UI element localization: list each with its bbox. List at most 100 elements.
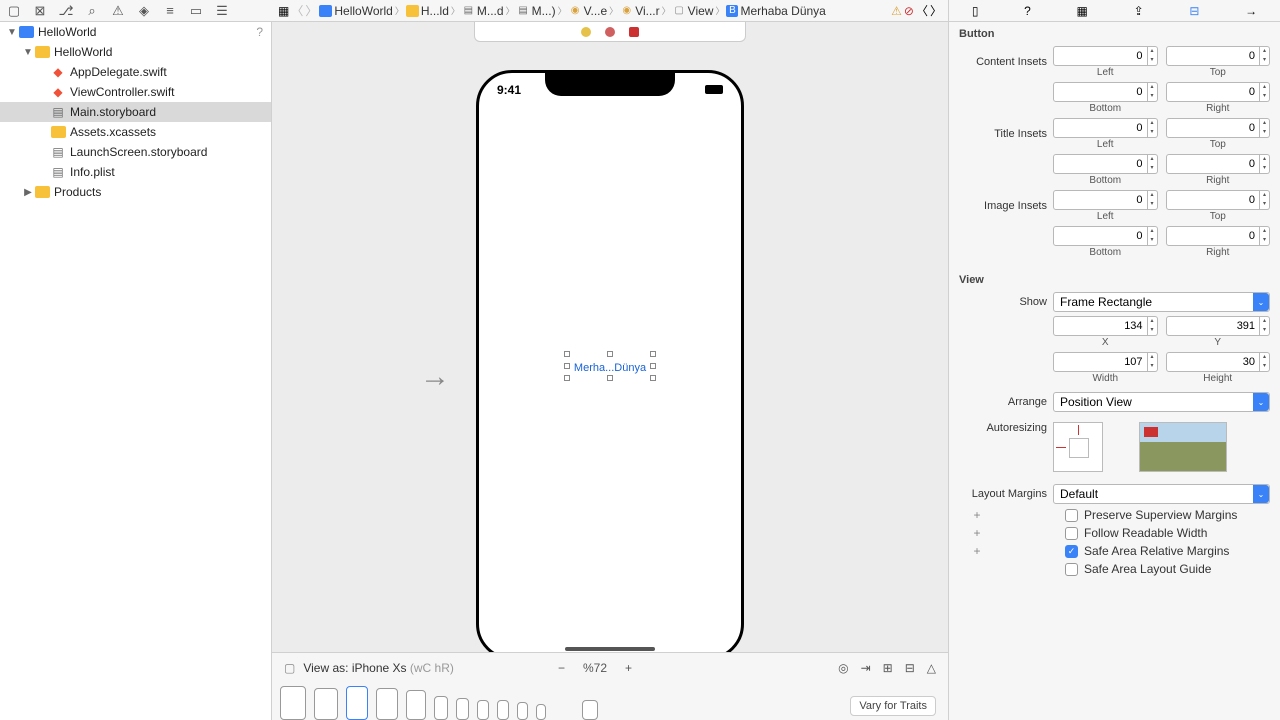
inset-input[interactable] [1053, 82, 1148, 102]
checkbox[interactable]: ✓ [1065, 545, 1078, 558]
show-dropdown[interactable]: Frame Rectangle⌄ [1053, 292, 1270, 312]
size-inspector-icon[interactable]: ⊟ [1189, 4, 1199, 18]
jump-seg[interactable]: ▤M...) [517, 4, 556, 18]
tree-row[interactable]: ◆ViewController.swift [0, 82, 271, 102]
checkbox[interactable] [1065, 527, 1078, 540]
jb-fwd-icon[interactable]: 〉 [930, 2, 942, 19]
branch-icon[interactable]: ⎇ [58, 3, 74, 19]
stepper[interactable]: ▴▾ [1260, 82, 1270, 102]
y-input[interactable] [1166, 316, 1261, 336]
entry-arrow-icon[interactable]: → [420, 360, 450, 394]
dot-icon [605, 27, 615, 37]
canvas[interactable]: → 9:41 Merha...Dünya ▢ View as: iPhone X… [272, 22, 948, 720]
resolve-icon[interactable]: ⊟ [905, 661, 915, 675]
help-icon[interactable]: ? [256, 25, 271, 39]
vary-traits-button[interactable]: Vary for Traits [850, 696, 936, 716]
autoresize-control[interactable] [1053, 422, 1103, 472]
selected-button[interactable]: Merha...Dünya [572, 361, 648, 375]
stepper[interactable]: ▴▾ [1260, 316, 1270, 336]
inset-input[interactable] [1166, 118, 1261, 138]
align-icon[interactable]: ⇥ [861, 661, 871, 675]
tree-row[interactable]: ▤LaunchScreen.storyboard [0, 142, 271, 162]
tree-row[interactable]: ▼HelloWorld [0, 42, 271, 62]
doc-outline-icon[interactable]: ▢ [284, 661, 295, 675]
plus-icon[interactable]: + [971, 526, 983, 540]
device-row[interactable] [280, 686, 598, 720]
identity-inspector-icon[interactable]: ▦ [1077, 4, 1088, 18]
jump-seg[interactable]: BMerhaba Dünya [726, 4, 825, 18]
back-icon[interactable]: 〈 [291, 2, 303, 19]
search-icon[interactable]: ⌕ [84, 3, 100, 19]
stepper[interactable]: ▴▾ [1148, 82, 1158, 102]
plus-icon[interactable]: + [971, 544, 983, 558]
inset-input[interactable] [1166, 46, 1261, 66]
tree-row[interactable]: Assets.xcassets [0, 122, 271, 142]
inset-input[interactable] [1053, 46, 1148, 66]
height-input[interactable] [1166, 352, 1261, 372]
attr-inspector-icon[interactable]: ⇪ [1134, 4, 1144, 18]
stepper[interactable]: ▴▾ [1148, 316, 1158, 336]
err-badge-icon[interactable]: ⊘ [904, 4, 914, 18]
margins-dropdown[interactable]: Default⌄ [1053, 484, 1270, 504]
zoom-in-button[interactable]: + [625, 661, 632, 675]
pin-icon[interactable]: ⊞ [883, 661, 893, 675]
arrange-dropdown[interactable]: Position View⌄ [1053, 392, 1270, 412]
warn-icon[interactable]: ⚠ [110, 3, 126, 19]
tree-row[interactable]: ▤Main.storyboard [0, 102, 271, 122]
viewas-label[interactable]: View as: iPhone Xs (wC hR) [303, 661, 454, 675]
jump-seg[interactable]: HelloWorld [319, 4, 392, 18]
tree-row[interactable]: ▶Products [0, 182, 271, 202]
zoom-out-button[interactable]: − [558, 661, 565, 675]
checkbox[interactable] [1065, 509, 1078, 522]
width-input[interactable] [1053, 352, 1148, 372]
jump-seg[interactable]: ▤M...d [462, 4, 504, 18]
stepper[interactable]: ▴▾ [1148, 352, 1158, 372]
jb-back-icon[interactable]: 〈 [916, 2, 928, 19]
stepper[interactable]: ▴▾ [1148, 154, 1158, 174]
x-input[interactable] [1053, 316, 1148, 336]
inset-input[interactable] [1166, 82, 1261, 102]
list-icon[interactable]: ≡ [162, 3, 178, 19]
jump-seg[interactable]: H...ld [406, 4, 449, 18]
inset-input[interactable] [1053, 154, 1148, 174]
tree-row[interactable]: ◆AppDelegate.swift [0, 62, 271, 82]
stepper[interactable]: ▴▾ [1148, 226, 1158, 246]
forward-icon[interactable]: 〉 [305, 2, 317, 19]
stepper[interactable]: ▴▾ [1148, 190, 1158, 210]
arrange-icon[interactable]: △ [927, 661, 936, 675]
stepper[interactable]: ▴▾ [1260, 190, 1270, 210]
checkbox[interactable] [1065, 563, 1078, 576]
inset-input[interactable] [1166, 190, 1261, 210]
inset-input[interactable] [1053, 118, 1148, 138]
file-inspector-icon[interactable]: ▯ [972, 4, 979, 18]
stepper[interactable]: ▴▾ [1148, 46, 1158, 66]
inset-input[interactable] [1053, 190, 1148, 210]
tree-root[interactable]: ▼ HelloWorld ? [0, 22, 271, 42]
chat-icon[interactable]: ☰ [214, 3, 230, 19]
jump-seg[interactable]: ▢View [673, 4, 714, 18]
doc-outline-button[interactable] [474, 22, 746, 42]
conn-inspector-icon[interactable]: → [1245, 4, 1257, 18]
folder-icon[interactable]: ▢ [6, 3, 22, 19]
tag-icon[interactable]: ◈ [136, 3, 152, 19]
warn-badge-icon[interactable]: ⚠ [891, 4, 902, 18]
help-inspector-icon[interactable]: ? [1024, 4, 1031, 18]
xsquare-icon[interactable]: ⊠ [32, 3, 48, 19]
jump-seg[interactable]: ◉Vi...r [620, 4, 659, 18]
stepper[interactable]: ▴▾ [1148, 118, 1158, 138]
stepper[interactable]: ▴▾ [1260, 46, 1270, 66]
jump-seg[interactable]: ◉V...e [569, 4, 608, 18]
stepper[interactable]: ▴▾ [1260, 118, 1270, 138]
inset-input[interactable] [1166, 226, 1261, 246]
margins-label: Layout Margins [959, 488, 1047, 500]
flag-icon[interactable]: ▭ [188, 3, 204, 19]
stepper[interactable]: ▴▾ [1260, 226, 1270, 246]
inset-input[interactable] [1166, 154, 1261, 174]
embed-icon[interactable]: ◎ [838, 661, 848, 675]
tree-row[interactable]: ▤Info.plist [0, 162, 271, 182]
inset-input[interactable] [1053, 226, 1148, 246]
plus-icon[interactable]: + [971, 508, 983, 522]
stepper[interactable]: ▴▾ [1260, 352, 1270, 372]
stepper[interactable]: ▴▾ [1260, 154, 1270, 174]
grid-icon[interactable]: ▦ [278, 4, 289, 18]
